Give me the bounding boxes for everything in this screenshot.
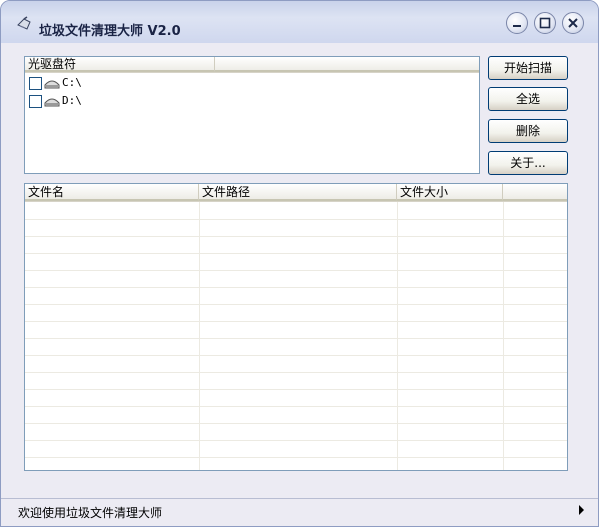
drive-label: D:\ [62, 94, 82, 107]
row-divider [25, 440, 567, 441]
row-divider [25, 219, 567, 220]
drive-item-d[interactable]: D:\ [29, 93, 82, 109]
column-header-blank[interactable] [215, 57, 479, 72]
scroll-right-arrow-icon[interactable] [579, 505, 584, 515]
about-button[interactable]: 关于... [488, 151, 568, 175]
row-divider [25, 321, 567, 322]
maximize-icon [539, 17, 551, 29]
status-text: 欢迎使用垃圾文件清理大师 [18, 506, 163, 520]
window-title: 垃圾文件清理大师 V2.0 [39, 24, 181, 39]
row-divider [25, 338, 567, 339]
column-header-filename[interactable]: 文件名 [25, 184, 199, 201]
row-divider [25, 406, 567, 407]
row-divider [25, 304, 567, 305]
row-divider [25, 423, 567, 424]
row-divider [25, 236, 567, 237]
maximize-button[interactable] [534, 12, 556, 34]
file-list-header: 文件名 文件路径 文件大小 [25, 184, 567, 202]
minimize-icon [513, 25, 521, 27]
app-window: 垃圾文件清理大师 V2.0 光驱盘符 C:\ D:\ 开始扫描 全选 删除 关于… [0, 0, 599, 527]
row-divider [25, 287, 567, 288]
drive-list[interactable]: 光驱盘符 C:\ D:\ [24, 56, 480, 174]
drive-list-header: 光驱盘符 [25, 57, 479, 73]
column-header-filesize[interactable]: 文件大小 [397, 184, 503, 201]
delete-button[interactable]: 删除 [488, 119, 568, 143]
row-divider [25, 372, 567, 373]
column-divider [397, 202, 398, 470]
title-bar[interactable]: 垃圾文件清理大师 V2.0 [1, 1, 598, 43]
column-divider [199, 202, 200, 470]
checkbox[interactable] [29, 94, 42, 108]
hard-drive-icon [44, 98, 60, 106]
row-divider [25, 355, 567, 356]
column-divider [503, 202, 504, 470]
drive-label: C:\ [62, 76, 82, 89]
close-button[interactable] [562, 12, 584, 34]
row-divider [25, 389, 567, 390]
column-header-filepath[interactable]: 文件路径 [199, 184, 397, 201]
status-bar: 欢迎使用垃圾文件清理大师 [1, 498, 598, 523]
checkbox[interactable] [29, 76, 42, 90]
column-header-drive[interactable]: 光驱盘符 [25, 57, 215, 72]
file-list[interactable]: 文件名 文件路径 文件大小 [24, 183, 568, 471]
broom-icon [17, 16, 31, 30]
minimize-button[interactable] [506, 12, 528, 34]
row-divider [25, 270, 567, 271]
hard-drive-icon [44, 80, 60, 88]
column-header-extra[interactable] [503, 184, 567, 201]
drive-item-c[interactable]: C:\ [29, 75, 82, 91]
row-divider [25, 253, 567, 254]
row-divider [25, 457, 567, 458]
select-all-button[interactable]: 全选 [488, 87, 568, 111]
scan-button[interactable]: 开始扫描 [488, 56, 568, 80]
close-icon [568, 18, 578, 28]
